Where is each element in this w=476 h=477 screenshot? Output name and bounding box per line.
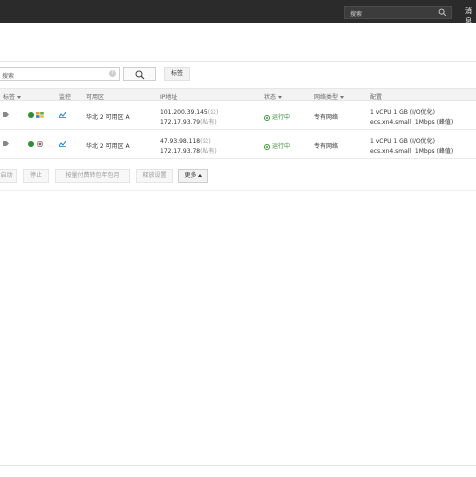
- ip-public-tag: (公): [200, 138, 211, 145]
- messages-link[interactable]: 消息: [465, 6, 476, 26]
- header-ip: IP地址: [160, 94, 178, 101]
- ip-public-value: 47.93.98.118: [160, 138, 201, 145]
- convert-billing-button[interactable]: 按量付费转包年包月: [55, 169, 130, 183]
- header-zone: 可用区: [86, 94, 105, 101]
- global-search-input[interactable]: 搜索: [344, 6, 452, 19]
- config-line2: ecs.xn4.small 1Mbps (峰值): [370, 146, 453, 155]
- table-row[interactable]: 华北 2 可用区 A 47.93.98.118(公) 172.17.93.78(…: [0, 130, 476, 159]
- instance-type: ecs.xn4.small: [370, 119, 412, 126]
- chevron-down-icon: [17, 96, 22, 99]
- footer-divider: [0, 465, 476, 466]
- header-config: 配置: [370, 94, 383, 101]
- table-row[interactable]: 华北 2 可用区 A 101.200.39.145(公) 172.17.93.7…: [0, 101, 476, 130]
- network-cell: 专有网络: [314, 114, 339, 121]
- header-network[interactable]: 网络类型: [314, 92, 345, 101]
- batch-actions-bar: 启动 停止 按量付费转包年包月 释放设置 更多: [0, 169, 476, 183]
- ip-public: 47.93.98.118(公): [160, 136, 211, 145]
- chevron-down-icon: [278, 96, 283, 99]
- status-badge: 运行中: [264, 112, 290, 121]
- security-status-icon: [28, 141, 34, 147]
- header-tag-label: 标签: [3, 94, 16, 101]
- status-text: 运行中: [272, 114, 291, 121]
- bandwidth: 1Mbps (峰值): [414, 119, 454, 126]
- bandwidth: 1Mbps (峰值): [414, 148, 454, 155]
- ip-private-value: 172.17.93.78: [160, 148, 201, 155]
- ip-private-value: 172.17.93.79: [160, 119, 201, 126]
- header-monitor: 监控: [59, 94, 72, 101]
- header-network-label: 网络类型: [314, 94, 339, 101]
- header-tag[interactable]: 标签: [3, 92, 22, 101]
- search-icon[interactable]: [438, 8, 447, 17]
- ip-private: 172.17.93.78(私有): [160, 146, 217, 155]
- ip-public: 101.200.39.145(公): [160, 107, 218, 116]
- search-icon: [135, 70, 145, 80]
- instance-search-input[interactable]: 搜索 ?: [0, 67, 120, 81]
- header-status[interactable]: 状态: [264, 92, 283, 101]
- more-label: 更多: [184, 172, 197, 179]
- monitor-chart-icon[interactable]: [59, 141, 66, 147]
- windows-os-icon: [36, 112, 44, 118]
- header-status-label: 状态: [264, 94, 277, 101]
- ip-private: 172.17.93.79(私有): [160, 117, 217, 126]
- release-settings-button[interactable]: 释放设置: [136, 169, 173, 183]
- ip-public-tag: (公): [207, 109, 219, 116]
- config-line2: ecs.xn4.small 1Mbps (峰值): [370, 117, 453, 126]
- more-button[interactable]: 更多: [178, 169, 208, 183]
- divider: [0, 190, 476, 191]
- top-navigation-bar: 搜索 消息: [0, 0, 476, 26]
- help-icon[interactable]: ?: [109, 70, 116, 77]
- status-text: 运行中: [272, 143, 291, 150]
- ip-private-tag: (私有): [200, 148, 217, 155]
- network-cell: 专有网络: [314, 143, 339, 150]
- instance-search-placeholder: 搜索: [2, 73, 15, 80]
- config-line1: 1 vCPU 1 GB (I/O优化): [370, 109, 435, 116]
- tag-icon[interactable]: [3, 112, 9, 117]
- global-search-placeholder: 搜索: [350, 11, 363, 18]
- search-button[interactable]: [123, 67, 156, 81]
- status-badge: 运行中: [264, 141, 290, 150]
- ip-public-value: 101.200.39.145: [160, 109, 208, 116]
- ip-private-tag: (私有): [200, 119, 217, 126]
- zone-cell: 华北 2 可用区 A: [86, 114, 130, 121]
- monitor-chart-icon[interactable]: [59, 112, 66, 118]
- running-icon: [264, 114, 270, 121]
- divider: [0, 61, 476, 62]
- stop-button[interactable]: 停止: [23, 169, 49, 183]
- running-icon: [264, 143, 270, 150]
- tag-icon[interactable]: [3, 141, 9, 146]
- chevron-down-icon: [340, 96, 345, 99]
- start-button[interactable]: 启动: [0, 169, 17, 183]
- zone-cell: 华北 2 可用区 A: [86, 143, 130, 150]
- table-header: 标签 监控 可用区 IP地址 状态 网络类型 配置: [0, 88, 476, 101]
- chevron-up-icon: [197, 174, 202, 177]
- config-line1: 1 vCPU 1 GB (I/O优化): [370, 138, 435, 145]
- tag-filter-button[interactable]: 标签: [164, 67, 190, 81]
- instance-type: ecs.xn4.small: [370, 148, 412, 155]
- linux-os-icon: [36, 141, 44, 147]
- security-status-icon: [28, 112, 34, 118]
